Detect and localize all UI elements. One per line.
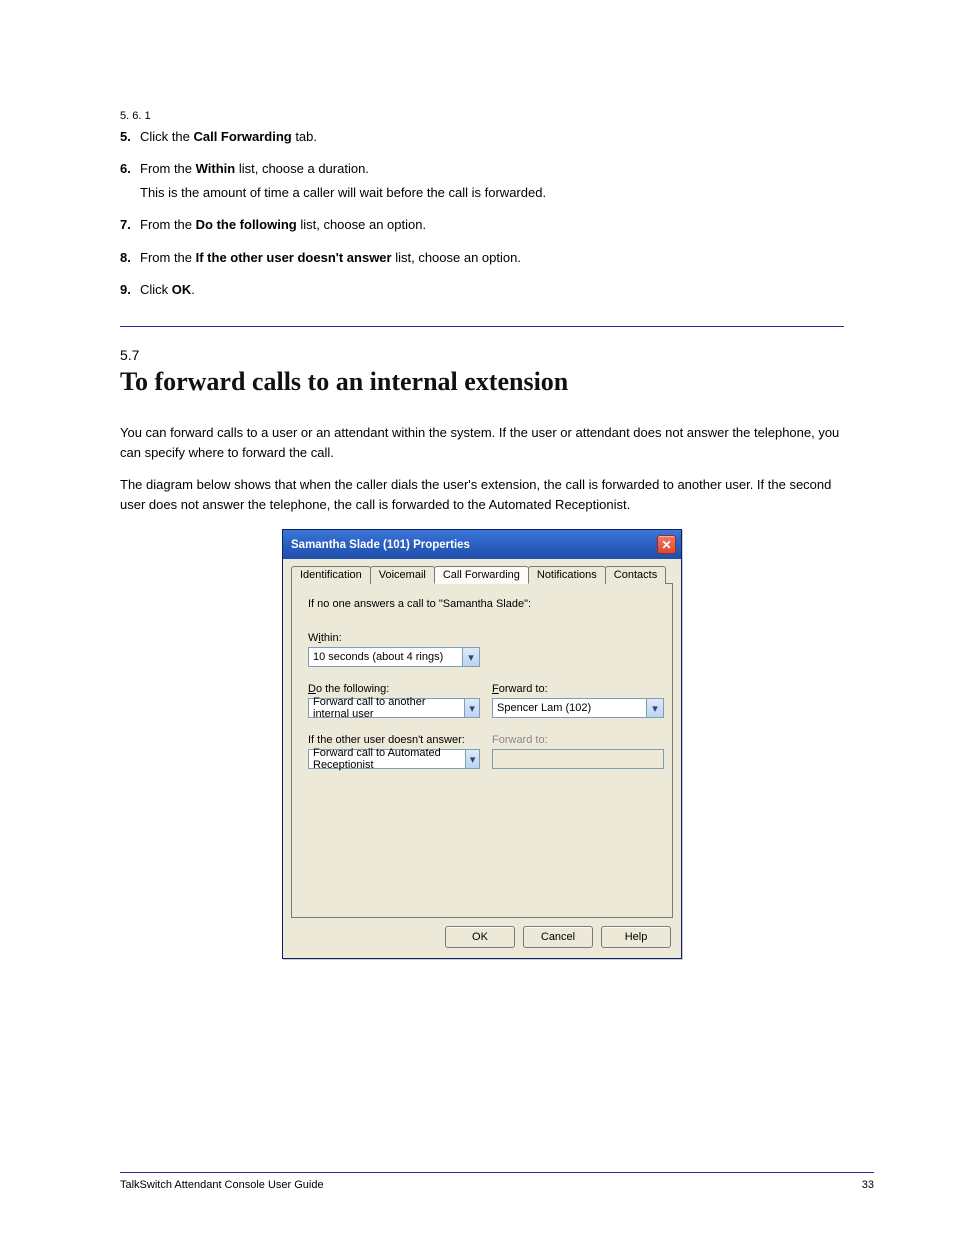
dialog-title: Samantha Slade (101) Properties xyxy=(291,539,470,551)
chevron-down-icon: ▾ xyxy=(464,699,479,717)
body-paragraph-1: You can forward calls to a user or an at… xyxy=(120,423,844,463)
do-label: Do the following: xyxy=(308,683,480,695)
dialog-titlebar[interactable]: Samantha Slade (101) Properties ✕ xyxy=(283,530,681,559)
step-8: 8.From the If the other user doesn't ans… xyxy=(120,248,844,268)
ok-button[interactable]: OK xyxy=(445,926,515,948)
do-value: Forward call to another internal user xyxy=(313,696,464,720)
tab-identification[interactable]: Identification xyxy=(291,566,371,584)
if-other-select[interactable]: Forward call to Automated Receptionist ▾ xyxy=(308,749,480,769)
if-other-value: Forward call to Automated Receptionist xyxy=(313,747,465,771)
footer-doc-title: TalkSwitch Attendant Console User Guide xyxy=(120,1179,324,1191)
tab-call-forwarding[interactable]: Call Forwarding xyxy=(434,566,529,584)
within-select[interactable]: 10 seconds (about 4 rings) ▾ xyxy=(308,647,480,667)
page-footer: TalkSwitch Attendant Console User Guide … xyxy=(120,1172,874,1191)
body-paragraph-2: The diagram below shows that when the ca… xyxy=(120,475,844,515)
page-title: To forward calls to an internal extensio… xyxy=(120,367,844,397)
step-9: 9.Click OK. xyxy=(120,280,844,300)
tab-notifications[interactable]: Notifications xyxy=(528,566,606,584)
if-other-label: If the other user doesn't answer: xyxy=(308,734,480,746)
chevron-down-icon: ▾ xyxy=(462,648,479,666)
properties-dialog: Samantha Slade (101) Properties ✕ Identi… xyxy=(282,529,682,959)
chevron-down-icon: ▾ xyxy=(646,699,663,717)
close-icon: ✕ xyxy=(661,538,671,552)
step-6: 6.From the Within list, choose a duratio… xyxy=(120,159,844,203)
section-divider xyxy=(120,326,844,327)
footer-page-number: 33 xyxy=(862,1179,874,1191)
tab-bar: Identification Voicemail Call Forwarding… xyxy=(283,559,681,583)
tab-contacts[interactable]: Contacts xyxy=(605,566,666,584)
forward-to-1-value: Spencer Lam (102) xyxy=(497,702,591,714)
step-6-sub: This is the amount of time a caller will… xyxy=(140,183,844,203)
forward-to-1-select[interactable]: Spencer Lam (102) ▾ xyxy=(492,698,664,718)
tab-panel: If no one answers a call to "Samantha Sl… xyxy=(291,583,673,918)
dialog-button-row: OK Cancel Help xyxy=(283,926,681,958)
tab-voicemail[interactable]: Voicemail xyxy=(370,566,435,584)
step-7: 7.From the Do the following list, choose… xyxy=(120,215,844,235)
section-number-small: 5. 6. 1 xyxy=(120,110,844,122)
step-list: 5.Click the Call Forwarding tab. 6.From … xyxy=(120,127,844,300)
close-button[interactable]: ✕ xyxy=(657,535,676,554)
chevron-down-icon: ▾ xyxy=(465,750,479,768)
dialog-intro: If no one answers a call to "Samantha Sl… xyxy=(308,598,656,610)
forward-to-1-label: Forward to: xyxy=(492,683,664,695)
step-5: 5.Click the Call Forwarding tab. xyxy=(120,127,844,147)
forward-to-2-select xyxy=(492,749,664,769)
help-button[interactable]: Help xyxy=(601,926,671,948)
forward-to-2-label: Forward to: xyxy=(492,734,664,746)
within-value: 10 seconds (about 4 rings) xyxy=(313,651,443,663)
within-label: Within: xyxy=(308,632,656,644)
cancel-button[interactable]: Cancel xyxy=(523,926,593,948)
do-select[interactable]: Forward call to another internal user ▾ xyxy=(308,698,480,718)
heading-number: 5.7 xyxy=(120,347,844,363)
